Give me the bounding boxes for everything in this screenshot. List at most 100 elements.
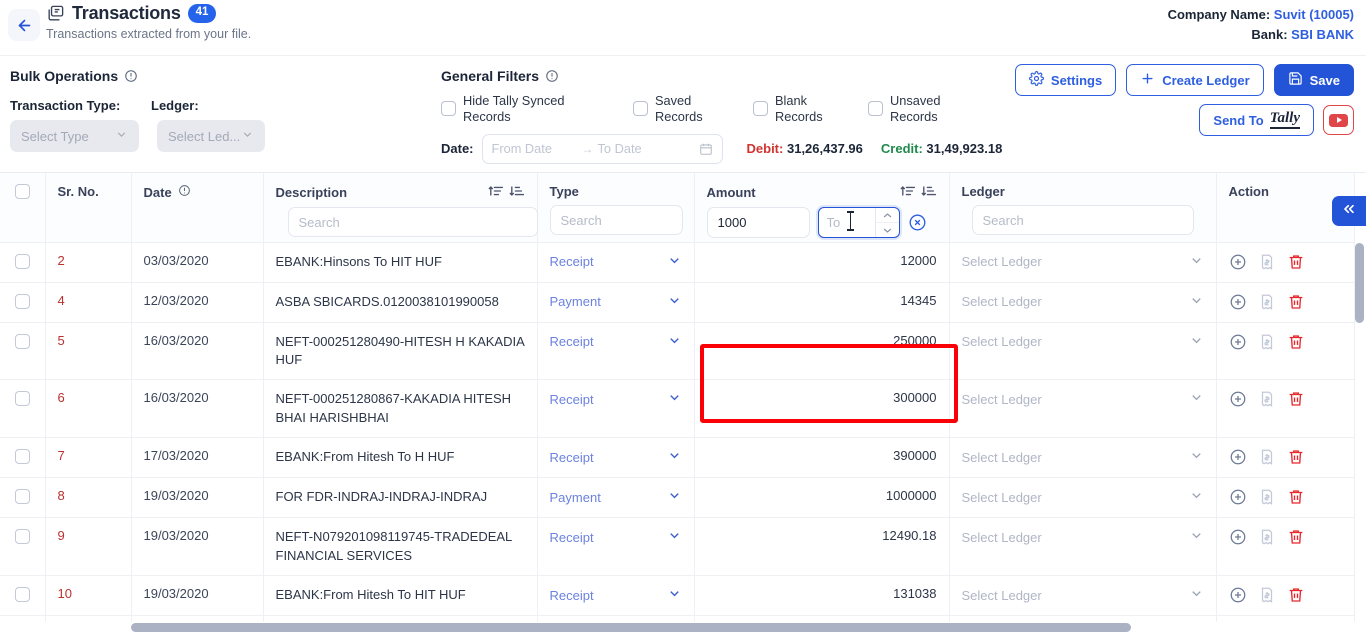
vertical-scrollbar[interactable] [1355,243,1364,323]
invoice-icon[interactable] [1258,293,1276,311]
row-type-cell[interactable]: Receipt [537,517,695,577]
row-ledger-cell[interactable]: Select Ledger [949,477,1217,519]
company-name-value[interactable]: Suvit (10005) [1274,7,1354,22]
type-search-input[interactable] [549,205,683,235]
info-icon[interactable] [124,69,138,83]
sort-descending-icon[interactable] [509,184,525,201]
amount-to-field[interactable] [817,207,900,238]
invoice-icon[interactable] [1258,390,1276,408]
collapse-panel-button[interactable] [1332,196,1366,226]
calendar-icon[interactable] [699,142,713,156]
plus-circle-icon[interactable] [1229,293,1247,311]
row-ledger-select[interactable]: Select Ledger [950,576,1216,614]
plus-circle-icon[interactable] [1229,448,1247,466]
row-ledger-cell[interactable]: Select Ledger [949,379,1217,439]
transaction-type-select[interactable]: Select Type [10,120,139,152]
table-row[interactable]: 5 16/03/2020 NEFT-000251280490-HITESH H KA… [0,322,1355,381]
checkbox-hide-tally-synced[interactable]: Hide Tally Synced Records [441,93,633,125]
row-ledger-cell[interactable]: Select Ledger [949,282,1217,323]
trash-icon[interactable] [1287,488,1305,506]
row-type-cell[interactable]: Receipt [537,242,695,283]
back-button[interactable] [8,9,40,41]
create-ledger-button[interactable]: Create Ledger [1126,64,1264,96]
bank-value[interactable]: SBI BANK [1291,27,1354,42]
row-ledger-select[interactable]: Select Ledger [950,243,1216,281]
row-type-cell[interactable]: Payment [537,282,695,323]
row-type-select[interactable]: Receipt [538,438,694,476]
row-ledger-select[interactable]: Select Ledger [950,323,1216,361]
plus-circle-icon[interactable] [1229,586,1247,604]
invoice-icon[interactable] [1258,586,1276,604]
invoice-icon[interactable] [1258,253,1276,271]
trash-icon[interactable] [1287,333,1305,351]
row-type-select[interactable]: Receipt [538,380,694,418]
row-type-cell[interactable]: Receipt [537,322,695,381]
row-checkbox[interactable] [14,333,30,349]
plus-circle-icon[interactable] [1229,488,1247,506]
row-ledger-cell[interactable]: Select Ledger [949,242,1217,283]
table-row[interactable]: 4 12/03/2020 ASBA SBICARDS.012003810199005… [0,282,1355,323]
table-row[interactable]: 8 19/03/2020 FOR FDR-INDRAJ-INDRAJ-INDRAJ P… [0,477,1355,519]
row-checkbox[interactable] [14,529,30,545]
trash-icon[interactable] [1287,253,1305,271]
save-button[interactable]: Save [1273,64,1354,96]
trash-icon[interactable] [1287,528,1305,546]
row-type-select[interactable]: Receipt [538,576,694,614]
amount-to-input[interactable] [818,209,875,236]
row-checkbox[interactable] [14,253,30,269]
horizontal-scrollbar-track[interactable] [0,622,1366,633]
row-checkbox[interactable] [14,391,30,407]
row-type-select[interactable]: Receipt [538,243,694,281]
checkbox-blank-records[interactable]: Blank Records [753,93,868,125]
row-ledger-select[interactable]: Select Ledger [950,438,1216,476]
row-type-cell[interactable]: Receipt [537,437,695,479]
row-ledger-select[interactable]: Select Ledger [950,380,1216,418]
sort-descending-icon[interactable] [921,184,937,201]
invoice-icon[interactable] [1258,488,1276,506]
row-ledger-cell[interactable]: Select Ledger [949,437,1217,479]
table-row[interactable]: 9 19/03/2020 NEFT-N079201098119745-TRADEDE… [0,517,1355,577]
settings-button[interactable]: Settings [1014,64,1117,96]
row-type-select[interactable]: Payment [538,283,694,321]
row-type-cell[interactable]: Receipt [537,575,695,617]
checkbox-unsaved-records[interactable]: Unsaved Records [868,93,962,125]
row-ledger-cell[interactable]: Select Ledger [949,322,1217,381]
send-to-tally-button[interactable]: Send To Tally [1199,104,1314,136]
trash-icon[interactable] [1287,586,1305,604]
plus-circle-icon[interactable] [1229,528,1247,546]
row-checkbox[interactable] [14,489,30,505]
checkbox-saved-records[interactable]: Saved Records [633,93,753,125]
sort-ascending-icon[interactable] [488,184,504,201]
date-range-picker[interactable]: From Date → To Date [481,133,723,164]
row-ledger-select[interactable]: Select Ledger [950,283,1216,321]
info-icon[interactable] [545,69,559,83]
row-type-select[interactable]: Receipt [538,323,694,361]
row-checkbox[interactable] [14,293,30,309]
row-type-select[interactable]: Payment [538,478,694,516]
row-ledger-select[interactable]: Select Ledger [950,478,1216,516]
row-checkbox[interactable] [14,587,30,603]
ledger-search-input[interactable] [971,205,1194,235]
row-ledger-cell[interactable]: Select Ledger [949,575,1217,617]
invoice-icon[interactable] [1258,448,1276,466]
row-type-select[interactable]: Receipt [538,518,694,556]
table-row[interactable]: 7 17/03/2020 EBANK:From Hitesh To H HUF Rec… [0,437,1355,479]
table-row[interactable]: 6 16/03/2020 NEFT-000251280867-KAKADIA HIT… [0,379,1355,439]
amount-stepper[interactable] [874,208,899,237]
row-type-cell[interactable]: Receipt [537,379,695,439]
chevron-up-icon[interactable] [875,208,899,223]
select-all-checkbox[interactable] [14,184,30,199]
trash-icon[interactable] [1287,448,1305,466]
table-row[interactable]: 2 03/03/2020 EBANK:Hinsons To HIT HUF Recei… [0,242,1355,283]
sort-ascending-icon[interactable] [900,184,916,201]
plus-circle-icon[interactable] [1229,333,1247,351]
checkbox-box[interactable] [753,101,768,117]
row-ledger-cell[interactable]: Select Ledger [949,517,1217,577]
date-to-input[interactable]: To Date [598,141,684,156]
trash-icon[interactable] [1287,293,1305,311]
horizontal-scrollbar-thumb[interactable] [131,623,1131,632]
info-icon[interactable] [178,184,191,200]
checkbox-box[interactable] [868,101,883,117]
row-ledger-select[interactable]: Select Ledger [950,518,1216,556]
row-checkbox[interactable] [14,449,30,465]
